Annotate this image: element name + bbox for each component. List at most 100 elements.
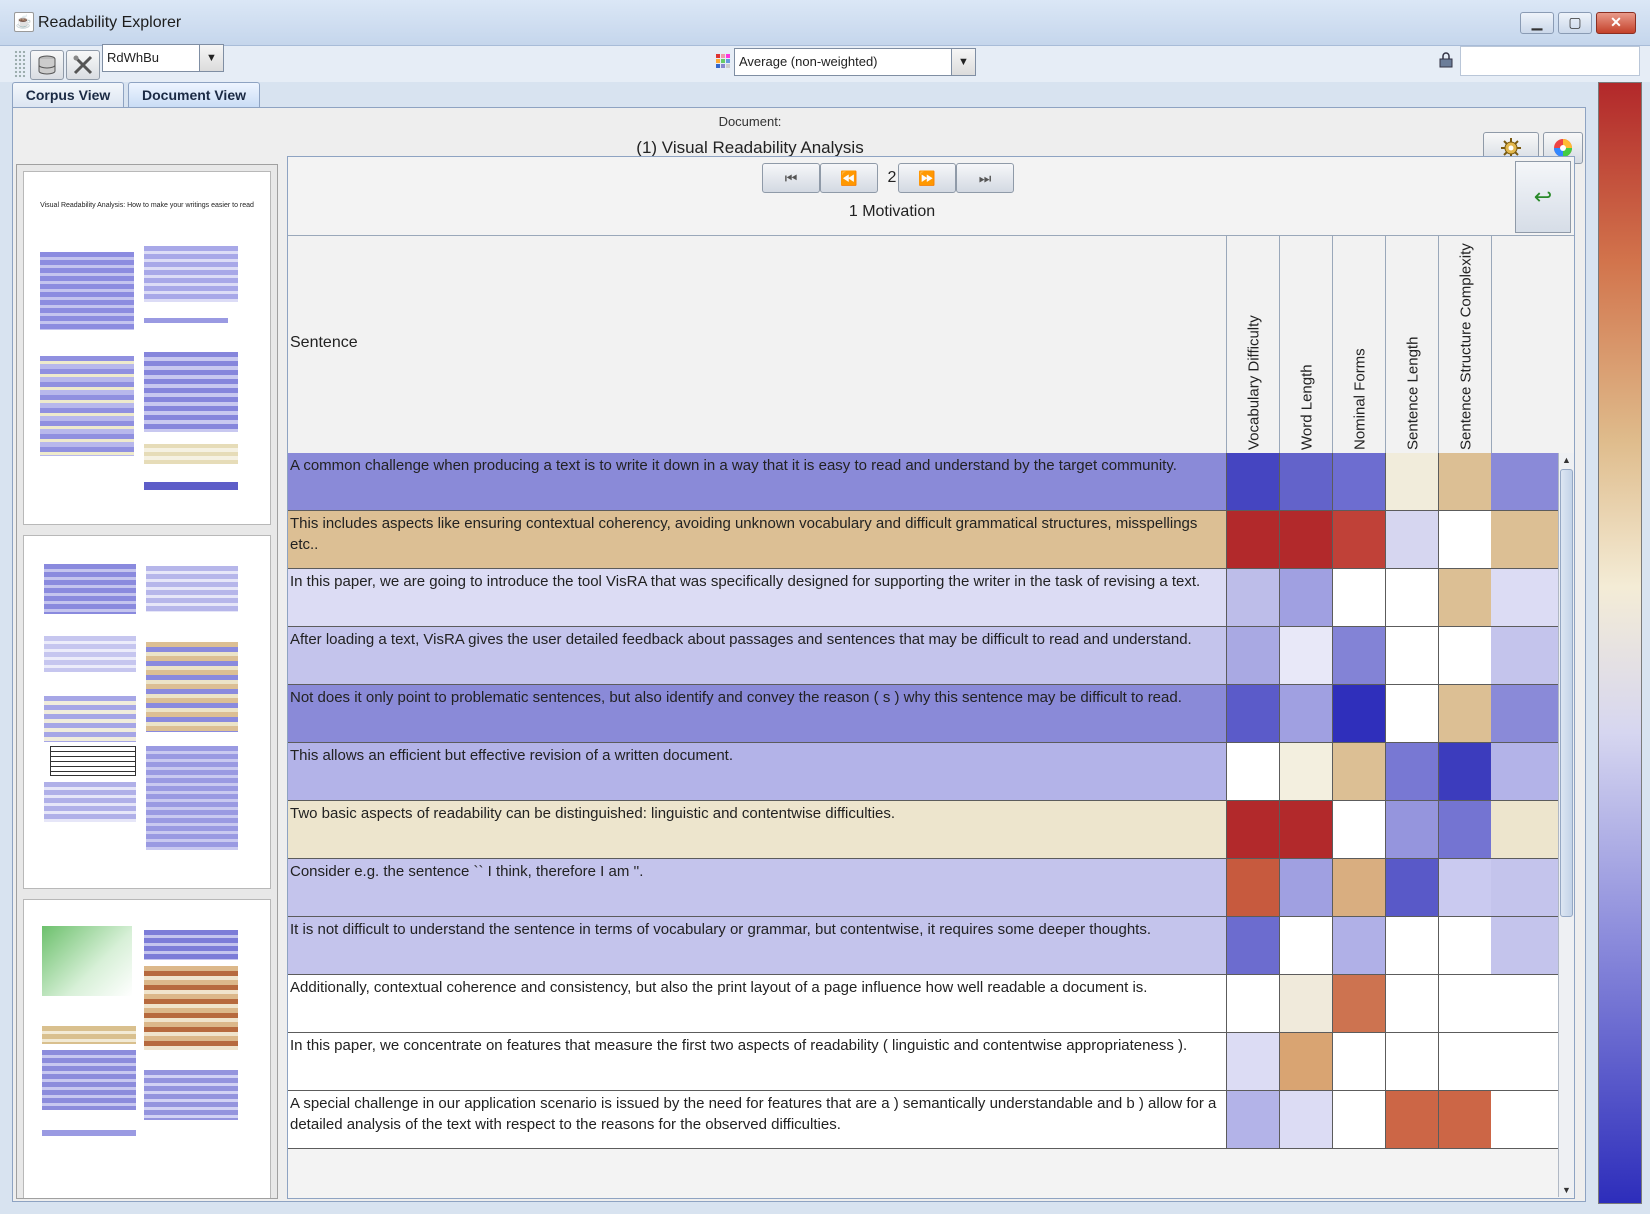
page-thumbnail-3[interactable] bbox=[23, 899, 271, 1198]
feature-cell[interactable] bbox=[1385, 1033, 1438, 1090]
tools-button[interactable] bbox=[66, 50, 100, 80]
chevron-down-icon[interactable]: ▼ bbox=[951, 49, 975, 75]
feature-cell[interactable] bbox=[1438, 1091, 1491, 1148]
table-row[interactable]: Two basic aspects of readability can be … bbox=[288, 801, 1558, 859]
feature-cell[interactable] bbox=[1279, 975, 1332, 1032]
tab-document-view[interactable]: Document View bbox=[128, 82, 260, 108]
table-row[interactable]: Consider e.g. the sentence `` I think, t… bbox=[288, 859, 1558, 917]
table-row[interactable]: In this paper, we are going to introduce… bbox=[288, 569, 1558, 627]
feature-cell[interactable] bbox=[1332, 569, 1385, 626]
table-row[interactable]: Not does it only point to problematic se… bbox=[288, 685, 1558, 743]
table-row[interactable]: A special challenge in our application s… bbox=[288, 1091, 1558, 1149]
feature-cell[interactable] bbox=[1385, 801, 1438, 858]
scrollbar-thumb[interactable] bbox=[1560, 469, 1573, 917]
first-page-button[interactable]: ⏮ bbox=[762, 163, 820, 193]
search-input[interactable] bbox=[1460, 46, 1640, 76]
feature-cell[interactable] bbox=[1332, 511, 1385, 568]
feature-cell[interactable] bbox=[1332, 975, 1385, 1032]
database-button[interactable] bbox=[30, 50, 64, 80]
table-row[interactable]: This allows an efficient but effective r… bbox=[288, 743, 1558, 801]
feature-cell[interactable] bbox=[1332, 801, 1385, 858]
aggregation-select[interactable]: Average (non-weighted) ▼ bbox=[734, 48, 976, 76]
feature-cell[interactable] bbox=[1226, 453, 1279, 510]
chevron-down-icon[interactable]: ▼ bbox=[199, 45, 223, 71]
feature-cell[interactable] bbox=[1279, 511, 1332, 568]
feature-cell[interactable] bbox=[1279, 917, 1332, 974]
feature-cell[interactable] bbox=[1332, 917, 1385, 974]
page-thumbnails[interactable]: Visual Readability Analysis: How to make… bbox=[16, 164, 278, 1199]
feature-cell[interactable] bbox=[1226, 627, 1279, 684]
table-row[interactable]: Additionally, contextual coherence and c… bbox=[288, 975, 1558, 1033]
feature-cell[interactable] bbox=[1438, 685, 1491, 742]
feature-cell[interactable] bbox=[1438, 627, 1491, 684]
table-row[interactable]: This includes aspects like ensuring cont… bbox=[288, 511, 1558, 569]
feature-cell[interactable] bbox=[1438, 569, 1491, 626]
feature-cell[interactable] bbox=[1438, 743, 1491, 800]
minimize-button[interactable]: ▁ bbox=[1520, 12, 1554, 34]
feature-cell[interactable] bbox=[1385, 1091, 1438, 1148]
maximize-button[interactable]: ▢ bbox=[1558, 12, 1592, 34]
table-row[interactable]: After loading a text, VisRA gives the us… bbox=[288, 627, 1558, 685]
feature-cell[interactable] bbox=[1385, 627, 1438, 684]
feature-cell[interactable] bbox=[1226, 685, 1279, 742]
feature-cell[interactable] bbox=[1438, 511, 1491, 568]
page-thumbnail-1[interactable]: Visual Readability Analysis: How to make… bbox=[23, 171, 271, 525]
feature-cell[interactable] bbox=[1226, 859, 1279, 916]
feature-cell[interactable] bbox=[1226, 917, 1279, 974]
feature-cell[interactable] bbox=[1332, 743, 1385, 800]
next-page-button[interactable]: ⏩ bbox=[898, 163, 956, 193]
column-header-vocabulary-difficulty[interactable]: Vocabulary Difficulty bbox=[1226, 236, 1280, 454]
feature-cell[interactable] bbox=[1332, 453, 1385, 510]
feature-cell[interactable] bbox=[1279, 1091, 1332, 1148]
feature-cell[interactable] bbox=[1332, 1033, 1385, 1090]
feature-cell[interactable] bbox=[1226, 743, 1279, 800]
column-header-sentence-length[interactable]: Sentence Length bbox=[1385, 236, 1439, 454]
table-row[interactable]: It is not difficult to understand the se… bbox=[288, 917, 1558, 975]
feature-cell[interactable] bbox=[1279, 859, 1332, 916]
feature-cell[interactable] bbox=[1279, 569, 1332, 626]
feature-cell[interactable] bbox=[1332, 859, 1385, 916]
feature-cell[interactable] bbox=[1385, 859, 1438, 916]
page-thumbnail-2[interactable] bbox=[23, 535, 271, 889]
feature-cell[interactable] bbox=[1226, 1033, 1279, 1090]
table-row[interactable]: A common challenge when producing a text… bbox=[288, 453, 1558, 511]
feature-cell[interactable] bbox=[1226, 975, 1279, 1032]
feature-cell[interactable] bbox=[1279, 627, 1332, 684]
feature-cell[interactable] bbox=[1438, 1033, 1491, 1090]
last-page-button[interactable]: ⏭ bbox=[956, 163, 1014, 193]
tab-corpus-view[interactable]: Corpus View bbox=[12, 82, 124, 108]
prev-page-button[interactable]: ⏪ bbox=[820, 163, 878, 193]
feature-cell[interactable] bbox=[1438, 801, 1491, 858]
vertical-scrollbar[interactable]: ▲ ▼ bbox=[1558, 453, 1574, 1197]
column-header-sentence-structure-complexity[interactable]: Sentence Structure Complexity bbox=[1438, 236, 1492, 454]
feature-cell[interactable] bbox=[1385, 685, 1438, 742]
toolbar-grip[interactable] bbox=[14, 50, 26, 78]
feature-cell[interactable] bbox=[1279, 1033, 1332, 1090]
feature-cell[interactable] bbox=[1332, 685, 1385, 742]
close-button[interactable]: ✕ bbox=[1596, 12, 1636, 34]
feature-cell[interactable] bbox=[1385, 917, 1438, 974]
return-button[interactable]: ↩ bbox=[1515, 161, 1571, 233]
feature-cell[interactable] bbox=[1279, 801, 1332, 858]
feature-cell[interactable] bbox=[1438, 453, 1491, 510]
scroll-down-icon[interactable]: ▼ bbox=[1560, 1183, 1573, 1197]
feature-cell[interactable] bbox=[1332, 627, 1385, 684]
feature-cell[interactable] bbox=[1385, 569, 1438, 626]
feature-cell[interactable] bbox=[1385, 453, 1438, 510]
feature-cell[interactable] bbox=[1332, 1091, 1385, 1148]
feature-cell[interactable] bbox=[1385, 975, 1438, 1032]
feature-cell[interactable] bbox=[1279, 453, 1332, 510]
scroll-up-icon[interactable]: ▲ bbox=[1560, 453, 1573, 467]
column-header-nominal-forms[interactable]: Nominal Forms bbox=[1332, 236, 1386, 454]
colormap-select[interactable]: RdWhBu ▼ bbox=[102, 44, 224, 72]
feature-cell[interactable] bbox=[1438, 975, 1491, 1032]
feature-cell[interactable] bbox=[1438, 859, 1491, 916]
feature-cell[interactable] bbox=[1226, 511, 1279, 568]
feature-cell[interactable] bbox=[1226, 1091, 1279, 1148]
feature-cell[interactable] bbox=[1279, 743, 1332, 800]
feature-cell[interactable] bbox=[1226, 569, 1279, 626]
feature-cell[interactable] bbox=[1438, 917, 1491, 974]
feature-cell[interactable] bbox=[1226, 801, 1279, 858]
feature-cell[interactable] bbox=[1279, 685, 1332, 742]
feature-cell[interactable] bbox=[1385, 511, 1438, 568]
